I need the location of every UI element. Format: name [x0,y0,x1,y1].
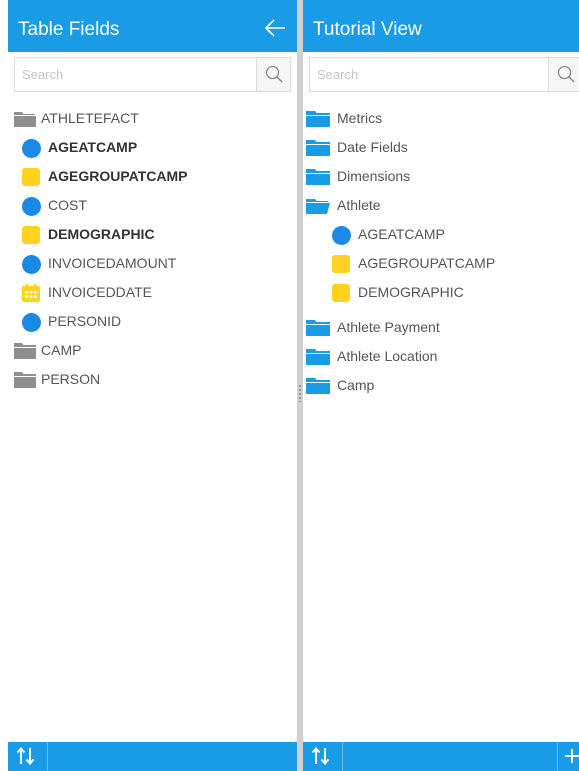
calendar-icon [22,284,40,302]
field-demographic[interactable]: DEMOGRAPHIC [303,278,579,307]
folder-label: Camp [337,377,375,393]
field-label: AGEGROUPATCAMP [48,168,188,184]
field-label: PERSONID [48,313,122,329]
folder-camp[interactable]: Camp [303,371,579,400]
metric-circle-icon [332,226,351,245]
add-icon[interactable] [557,742,579,771]
field-label: AGEGROUPATCAMP [358,255,496,271]
tutorial-view-panel: Tutorial View Metrics Date Fields Dimens… [303,0,579,771]
field-label: DEMOGRAPHIC [358,284,464,300]
folder-label: PERSON [41,371,101,387]
folder-athlete-location[interactable]: Athlete Location [303,342,579,371]
folder-label: Metrics [337,110,383,126]
tutorial-view-tree: Metrics Date Fields Dimensions Athlete A… [303,104,579,400]
sort-icon[interactable] [303,742,343,771]
sort-icon[interactable] [8,742,48,771]
folder-athlete-payment[interactable]: Athlete Payment [303,313,579,342]
folder-athletefact[interactable]: ATHLETEFACT [8,104,297,133]
folder-camp[interactable]: CAMP [8,336,297,365]
dimension-square-icon [332,255,350,273]
field-label: COST [48,197,87,213]
metric-circle-icon [22,139,41,158]
field-label: AGEATCAMP [358,226,445,242]
field-agegroupatcamp[interactable]: AGEGROUPATCAMP [303,249,579,278]
tutorial-view-search [309,57,579,92]
field-personid[interactable]: PERSONID [8,307,297,336]
field-ageatcamp[interactable]: AGEATCAMP [303,220,579,249]
folder-label: ATHLETEFACT [41,110,139,126]
folder-metrics[interactable]: Metrics [303,104,579,133]
field-ageatcamp[interactable]: AGEATCAMP [8,133,297,162]
folder-label: Dimensions [337,168,411,184]
metric-circle-icon [22,197,41,216]
folder-label: Athlete Payment [337,319,440,335]
table-fields-panel: Table Fields ATHLETEFACT AGEATCAMP AGEGR… [0,0,297,771]
table-fields-tree: ATHLETEFACT AGEATCAMP AGEGROUPATCAMP COS… [8,104,297,394]
dimension-square-icon [22,168,40,186]
field-label: AGEATCAMP [48,139,138,155]
field-invoicedamount[interactable]: INVOICEDAMOUNT [8,249,297,278]
tutorial-view-header: Tutorial View [303,0,579,52]
folder-label: Athlete [337,197,381,213]
tutorial-view-footer [303,742,579,771]
table-fields-header: Table Fields [8,0,297,52]
folder-label: Athlete Location [337,348,438,364]
dimension-square-icon [332,284,350,302]
folder-label: CAMP [41,342,82,358]
folder-icon [14,372,36,388]
open-folder-icon [14,111,36,127]
folder-athlete[interactable]: Athlete [303,191,579,220]
field-agegroupatcamp[interactable]: AGEGROUPATCAMP [8,162,297,191]
dimension-square-icon [22,226,40,244]
folder-date-fields[interactable]: Date Fields [303,133,579,162]
search-input[interactable] [310,58,549,91]
panel-title: Tutorial View [313,19,422,40]
panel-title: Table Fields [18,19,120,40]
folder-icon [306,349,330,365]
search-input[interactable] [15,58,257,91]
field-cost[interactable]: COST [8,191,297,220]
folder-icon [306,169,330,185]
open-folder-icon [306,198,330,214]
search-icon[interactable] [256,58,290,91]
metric-circle-icon [22,255,41,274]
folder-label: Date Fields [337,139,408,155]
back-arrow-icon[interactable] [263,16,287,40]
folder-icon [306,378,330,394]
field-label: DEMOGRAPHIC [48,226,155,242]
folder-person[interactable]: PERSON [8,365,297,394]
field-demographic[interactable]: DEMOGRAPHIC [8,220,297,249]
search-icon[interactable] [548,58,579,91]
folder-icon [14,343,36,359]
field-label: INVOICEDAMOUNT [48,255,177,271]
field-label: INVOICEDDATE [48,284,152,300]
folder-icon [306,320,330,336]
field-invoiceddate[interactable]: INVOICEDDATE [8,278,297,307]
folder-dimensions[interactable]: Dimensions [303,162,579,191]
folder-icon [306,140,330,156]
metric-circle-icon [22,313,41,332]
folder-icon [306,111,330,127]
resize-handle[interactable] [299,384,301,402]
table-fields-footer [8,742,297,771]
table-fields-search [14,57,291,92]
